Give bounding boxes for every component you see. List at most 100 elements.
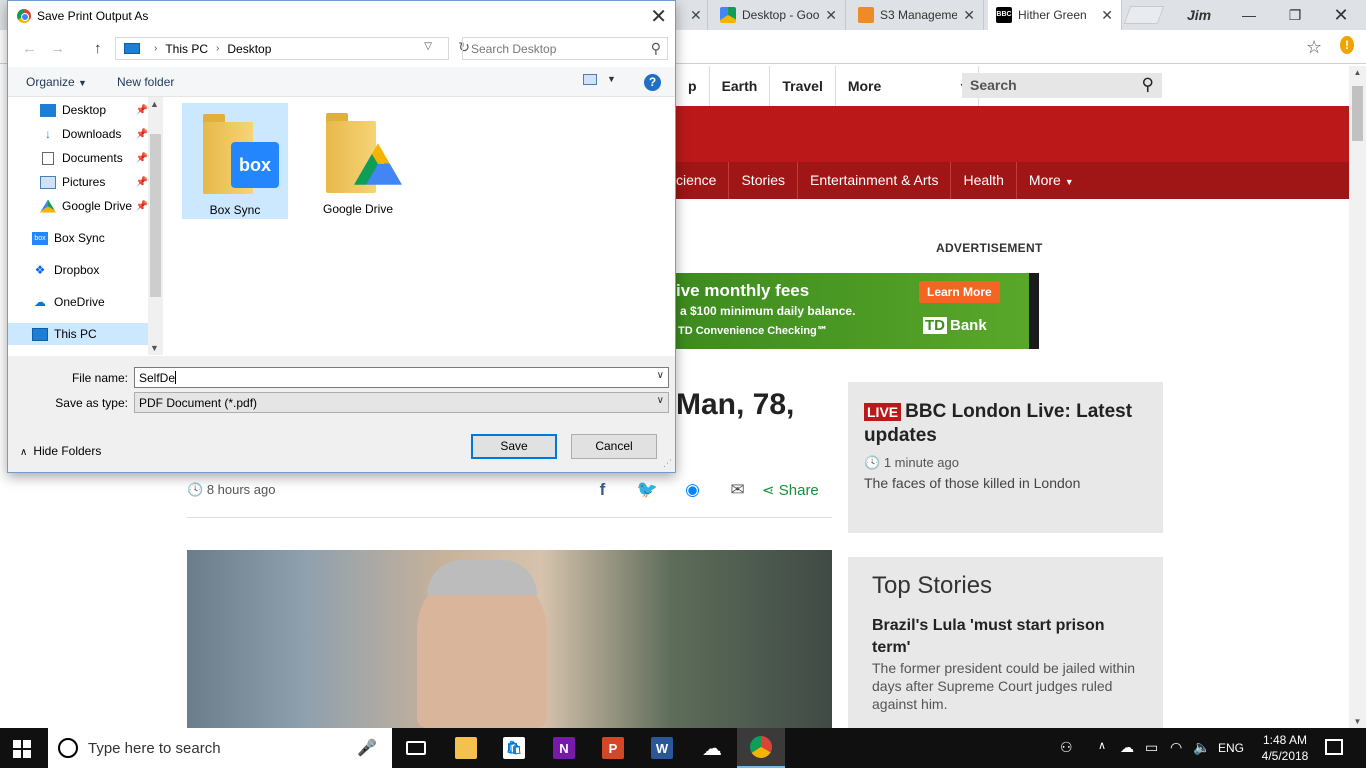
sidebar-item-google-drive[interactable]: Google Drive 📌 bbox=[8, 195, 148, 217]
nav-item-travel[interactable]: Travel bbox=[770, 66, 836, 106]
minimize-button[interactable]: — bbox=[1226, 0, 1272, 30]
task-view-icon[interactable] bbox=[392, 728, 440, 768]
taskbar-search-input[interactable]: Type here to search 🎤 bbox=[48, 728, 392, 768]
chevron-down-icon[interactable]: ∨ bbox=[657, 370, 664, 381]
top-story-link[interactable]: Brazil's Lula 'must start prison term' bbox=[872, 615, 1142, 659]
onedrive-icon[interactable]: ☁ bbox=[688, 728, 736, 768]
article-photo bbox=[187, 550, 832, 728]
chevron-down-icon[interactable]: ▼ bbox=[607, 74, 616, 84]
word-icon[interactable]: W bbox=[638, 728, 686, 768]
help-icon[interactable]: ? bbox=[644, 74, 661, 91]
new-tab-button[interactable] bbox=[1123, 6, 1165, 24]
windows-start-icon[interactable] bbox=[13, 740, 31, 758]
notifications-icon[interactable] bbox=[1325, 739, 1343, 755]
clock-icon: 🕓 bbox=[187, 482, 204, 497]
battery-icon[interactable]: ▭ bbox=[1145, 739, 1158, 756]
tab-close-icon[interactable]: ✕ bbox=[1101, 7, 1113, 24]
facebook-icon[interactable]: f bbox=[580, 480, 625, 500]
file-explorer-icon[interactable] bbox=[442, 728, 490, 768]
google-drive-icon bbox=[720, 7, 736, 23]
chrome-menu-button[interactable]: ! bbox=[1340, 36, 1354, 54]
sidebar-item-documents[interactable]: Documents 📌 bbox=[8, 147, 148, 169]
tab-close-icon[interactable]: ✕ bbox=[690, 7, 702, 24]
taskbar: Type here to search 🎤 🛍 N P W ☁ ⚇ ∧ ☁ ▭ … bbox=[0, 728, 1366, 768]
chevron-up-icon: ∧ bbox=[20, 447, 28, 458]
nav-item-earth[interactable]: Earth bbox=[710, 66, 771, 106]
chevron-down-icon[interactable]: ▽ bbox=[424, 41, 432, 52]
ad-banner[interactable]: ive monthly fees a $100 minimum daily ba… bbox=[676, 273, 1039, 349]
back-arrow-icon[interactable]: ← bbox=[22, 40, 37, 57]
close-icon[interactable]: ✕ bbox=[650, 4, 667, 29]
article-timestamp: 🕓 8 hours ago bbox=[187, 482, 276, 497]
messenger-icon[interactable]: ◉ bbox=[670, 480, 715, 500]
save-button[interactable]: Save bbox=[471, 434, 557, 459]
new-folder-button[interactable]: New folder bbox=[117, 75, 174, 89]
volume-icon[interactable]: 🔈 bbox=[1193, 739, 1210, 756]
folder-box-sync[interactable]: box Box Sync bbox=[182, 103, 288, 219]
clock-icon: 🕓 bbox=[864, 455, 881, 470]
bookmark-star-icon[interactable]: ☆ bbox=[1306, 37, 1322, 58]
profile-button[interactable]: Jim bbox=[1176, 0, 1222, 30]
chevron-down-icon: ▼ bbox=[78, 78, 87, 88]
tab-close-icon[interactable]: ✕ bbox=[825, 7, 837, 24]
wifi-icon[interactable]: ◠ bbox=[1170, 739, 1182, 756]
section-stories[interactable]: Stories bbox=[729, 162, 799, 199]
save-type-select[interactable]: PDF Document (*.pdf) ∨ bbox=[134, 392, 669, 413]
nav-item-more[interactable]: More ▼ bbox=[836, 66, 979, 106]
view-options-icon[interactable] bbox=[583, 74, 597, 85]
breadcrumb-desktop[interactable]: Desktop bbox=[227, 42, 271, 56]
powerpoint-icon[interactable]: P bbox=[589, 728, 637, 768]
email-icon[interactable]: ✉ bbox=[715, 480, 760, 500]
google-drive-icon bbox=[40, 199, 56, 213]
tab-google-drive[interactable]: Desktop - Goo ✕ bbox=[712, 0, 846, 30]
bbc-search-input[interactable]: Search ⚲ bbox=[962, 73, 1162, 98]
onedrive-tray-icon[interactable]: ☁ bbox=[1120, 739, 1134, 756]
search-input[interactable]: Search Desktop ⚲ bbox=[462, 37, 668, 60]
tab-partial[interactable]: ✕ bbox=[676, 0, 708, 30]
section-health[interactable]: Health bbox=[951, 162, 1017, 199]
close-window-button[interactable]: ✕ bbox=[1318, 0, 1364, 30]
store-icon[interactable]: 🛍 bbox=[490, 728, 538, 768]
page-scrollbar[interactable]: ▲ ▼ bbox=[1349, 66, 1366, 728]
section-more[interactable]: More ▼ bbox=[1017, 162, 1086, 199]
section-science[interactable]: cience bbox=[676, 162, 730, 199]
hide-folders-button[interactable]: ∧ Hide Folders bbox=[20, 444, 101, 458]
breadcrumb[interactable]: › This PC › Desktop ▽ ↻ bbox=[115, 37, 470, 60]
search-icon[interactable]: ⚲ bbox=[1142, 75, 1154, 95]
dropbox-icon: ❖ bbox=[34, 262, 46, 277]
language-indicator[interactable]: ENG bbox=[1218, 741, 1244, 755]
folder-google-drive[interactable]: Google Drive bbox=[306, 103, 412, 219]
system-clock[interactable]: 1:48 AM 4/5/2018 bbox=[1255, 732, 1315, 764]
sidebar-item-dropbox[interactable]: ❖ Dropbox bbox=[8, 259, 148, 281]
microphone-icon[interactable]: 🎤 bbox=[357, 738, 377, 758]
share-button[interactable]: ⋖ Share bbox=[762, 481, 819, 499]
resize-grip-icon[interactable]: ⋰ bbox=[663, 458, 672, 469]
sidebar-item-desktop[interactable]: Desktop 📌 bbox=[8, 99, 148, 121]
sidebar-item-downloads[interactable]: ↓ Downloads 📌 bbox=[8, 123, 148, 145]
live-updates-card[interactable]: LIVE BBC London Live: Latest updates 🕓 1 … bbox=[848, 382, 1163, 533]
sidebar-item-this-pc[interactable]: This PC bbox=[8, 323, 148, 345]
sidebar-item-box-sync[interactable]: box Box Sync bbox=[8, 227, 148, 249]
ad-learn-more-button[interactable]: Learn More bbox=[919, 281, 1000, 303]
chevron-up-icon[interactable]: ∧ bbox=[1098, 739, 1106, 752]
tab-close-icon[interactable]: ✕ bbox=[963, 7, 975, 24]
twitter-icon[interactable]: 🐦 bbox=[625, 480, 670, 500]
nav-item-partial[interactable]: p bbox=[676, 66, 710, 106]
cancel-button[interactable]: Cancel bbox=[571, 434, 657, 459]
aws-icon bbox=[858, 7, 874, 23]
sidebar-item-pictures[interactable]: Pictures 📌 bbox=[8, 171, 148, 193]
breadcrumb-this-pc[interactable]: This PC bbox=[165, 42, 208, 56]
tab-s3[interactable]: S3 Manageme ✕ bbox=[850, 0, 984, 30]
people-icon[interactable]: ⚇ bbox=[1060, 739, 1073, 756]
up-arrow-icon[interactable]: ↑ bbox=[94, 40, 102, 57]
section-entertainment[interactable]: Entertainment & Arts bbox=[798, 162, 952, 199]
sidebar-item-onedrive[interactable]: ☁ OneDrive bbox=[8, 291, 148, 313]
organize-button[interactable]: Organize ▼ bbox=[26, 75, 87, 89]
chrome-taskbar-icon[interactable] bbox=[737, 728, 785, 768]
restore-button[interactable]: ❐ bbox=[1272, 0, 1318, 30]
tab-bbc[interactable]: BBC Hither Green ✕ bbox=[988, 0, 1122, 30]
file-name-input[interactable]: SelfDe ∨ bbox=[134, 367, 669, 388]
nav-pane-scrollbar[interactable]: ▲ ▼ bbox=[148, 97, 163, 355]
forward-arrow-icon[interactable]: → bbox=[50, 40, 65, 57]
onenote-icon[interactable]: N bbox=[540, 728, 588, 768]
